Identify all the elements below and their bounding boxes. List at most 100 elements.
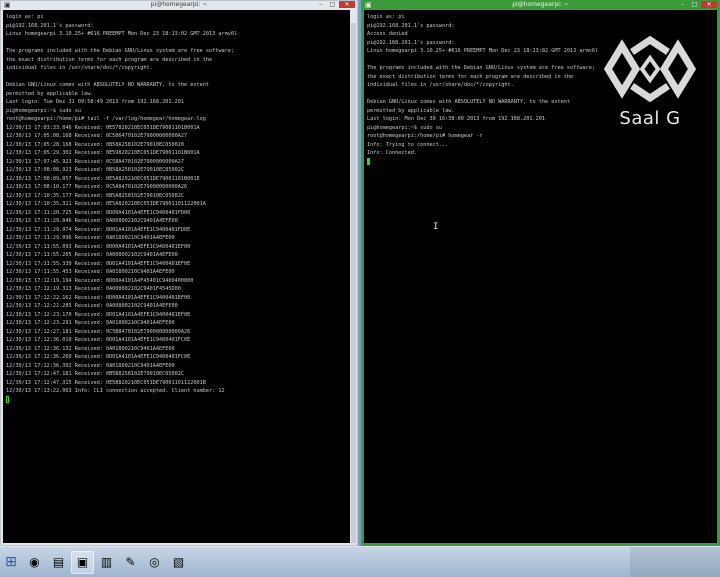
line-text: 12/30/13 17:08:10.177 Received: 0C5A8470…	[6, 184, 188, 190]
line-text: pi@192.168.201.1's password:	[6, 22, 94, 29]
left-title-bar[interactable]: ▣ pi@homegearpi: ~ – □ ✕	[1, 1, 357, 9]
recorder-icon[interactable]: ◎	[143, 551, 166, 574]
left-terminal-line: 12/30/13 17:12:36.392 Received: 0A018002…	[6, 362, 350, 371]
left-terminal-line: 12/30/13 17:12:19.194 Received: 0D00A410…	[6, 277, 350, 286]
left-terminal-line: 12/30/13 17:12:22.285 Received: 0A008002…	[6, 302, 350, 311]
line-text: Linux homegearpi 3.10.25+ #616 PREEMPT M…	[367, 48, 599, 54]
line-text: 12/30/13 17:12:19.194 Received: 0D00A410…	[6, 277, 194, 284]
line-text: Debian GNU/Linux comes with ABSOLUTELY N…	[6, 82, 210, 88]
maximize-button[interactable]: □	[327, 1, 338, 8]
left-terminal-line: individual files in /usr/share/doc/*/cop…	[6, 64, 350, 73]
file-explorer-icon[interactable]: ▤	[47, 551, 70, 574]
left-scrollbar-thumb[interactable]	[351, 23, 356, 543]
terminal-cursor	[6, 395, 9, 403]
line-text: 12/30/13 17:11:20.725 Received: 0D00A410…	[6, 209, 191, 216]
line-text: pi@homegearpi:~$ sudo su	[367, 124, 442, 131]
line-text: 12/30/13 17:08:08.923 Received: 0B58A258…	[6, 167, 185, 173]
right-terminal-line: login as: pi	[367, 13, 717, 22]
network-tool-icon[interactable]: ✎	[119, 551, 142, 574]
system-tray[interactable]	[630, 547, 720, 577]
line-text: 12/30/13 17:12:36.010 Received: 0D01A410…	[6, 337, 191, 343]
minimize-button[interactable]: –	[315, 1, 326, 8]
putty-icon[interactable]: ▣	[71, 550, 94, 574]
line-text: 12/30/13 17:12:19.313 Received: 0A008002…	[6, 286, 181, 292]
line-text: individual files in /usr/share/doc/*/cop…	[367, 82, 514, 88]
line-text: individual files in /usr/share/doc/*/cop…	[6, 65, 153, 71]
line-text: pi@192.168.201.1's password:	[367, 39, 455, 46]
windows-start-icon[interactable]: ⊞	[0, 551, 22, 574]
logo-text: Saal G	[619, 108, 681, 129]
line-text: 12/30/13 17:08:09.057 Received: 0E5A8202…	[6, 175, 200, 182]
right-terminal-area[interactable]: login as: pi pi@192.168.201.1's password:…	[364, 10, 717, 543]
line-text: 12/30/13 17:07:45.923 Received: 0C58A470…	[6, 158, 185, 165]
right-terminal-line: pi@192.168.201.1's password:	[367, 22, 717, 31]
left-terminal-line: 12/30/13 17:12:27.181 Received: 0C5B8470…	[6, 328, 350, 337]
line-text: 12/30/13 17:03:33.046 Received: 0E578202…	[6, 124, 200, 131]
taskbar: ⊞ ◉ ▤ ▣ ▥ ✎ ◎ ▧	[0, 546, 720, 577]
line-text: Info: Connected.	[367, 150, 417, 156]
line-text: 12/30/13 17:12:22.162 Received: 0D00A410…	[6, 294, 191, 301]
left-terminal-area[interactable]: login as: pi pi@192.168.201.1's password:…	[3, 10, 350, 543]
line-text: login as: pi	[6, 14, 44, 20]
left-terminal-line: pi@192.168.201.1's password:	[6, 22, 350, 31]
left-terminal-line: Last login: Tue Dec 31 09:58:49 2013 fro…	[6, 98, 350, 107]
right-title-bar[interactable]: ▣ pi@homegearpi: ~ – □ ✕	[362, 1, 719, 9]
close-button[interactable]: ✕	[701, 1, 717, 8]
left-terminal-line: 12/30/13 17:11:55.453 Received: 0A018002…	[6, 268, 350, 277]
left-terminal-line: pi@homegearpi:~$ sudo su	[6, 107, 350, 116]
firefox-icon[interactable]: ◉	[23, 551, 46, 574]
minimize-button[interactable]: –	[677, 1, 688, 8]
terminal-cursor	[367, 157, 370, 165]
line-text: 12/30/13 17:13:22.063 Info: CLI connecti…	[6, 388, 225, 394]
line-text: 12/30/13 17:11:55.453 Received: 0A018002…	[6, 269, 175, 275]
left-terminal-line: 12/30/13 17:08:09.057 Received: 0E5A8202…	[6, 175, 350, 184]
line-text: pi@192.168.201.1's password:	[367, 22, 455, 29]
line-text: 12/30/13 17:12:23.170 Received: 0D01A410…	[6, 311, 191, 318]
line-text: The programs included with the Debian GN…	[6, 48, 234, 54]
left-terminal-line: 12/30/13 17:11:20.725 Received: 0D00A410…	[6, 209, 350, 218]
left-terminal-line: 12/30/13 17:11:29.096 Received: 0A018002…	[6, 234, 350, 243]
line-text: 12/30/13 17:12:27.181 Received: 0C5B8470…	[6, 328, 191, 335]
left-terminal-window[interactable]: ▣ pi@homegearpi: ~ – □ ✕ login as: pi pi@…	[0, 0, 358, 546]
line-text: 12/30/13 17:12:23.291 Received: 0A018002…	[6, 320, 175, 326]
line-text: the exact distribution terms for each pr…	[367, 73, 574, 80]
left-terminal-line: 12/30/13 17:12:36.010 Received: 0D01A410…	[6, 336, 350, 345]
line-text: 12/30/13 17:12:47.315 Received: 0E5B8202…	[6, 379, 206, 386]
left-scrollbar[interactable]	[351, 10, 356, 543]
left-terminal-line: Debian GNU/Linux comes with ABSOLUTELY N…	[6, 81, 350, 90]
right-terminal-window[interactable]: ▣ pi@homegearpi: ~ – □ ✕ login as: pi pi@…	[361, 0, 720, 546]
line-text: login as: pi	[367, 14, 405, 20]
left-terminal-line: 12/30/13 17:10:35.311 Received: 0E5A8202…	[6, 200, 350, 209]
left-terminal-line: 12/30/13 17:07:45.923 Received: 0C58A470…	[6, 158, 350, 167]
pdf-icon[interactable]: ▧	[167, 551, 190, 574]
right-terminal-line: Info: Trying to connect...	[367, 141, 717, 150]
left-terminal-line	[6, 395, 350, 405]
right-window-title: pi@homegearpi: ~	[512, 1, 569, 8]
line-text: Last login: Mon Dec 30 16:38:00 2013 fro…	[367, 116, 546, 122]
left-terminal-output: login as: pi pi@192.168.201.1's password:…	[6, 13, 350, 404]
left-terminal-line: 12/30/13 17:12:22.162 Received: 0D00A410…	[6, 294, 350, 303]
line-text: 12/30/13 17:11:55.330 Received: 0D01A410…	[6, 260, 191, 267]
line-text: The programs included with the Debian GN…	[367, 65, 595, 71]
left-terminal-line: the exact distribution terms for each pr…	[6, 56, 350, 65]
left-terminal-line: 12/30/13 17:08:08.923 Received: 0B58A258…	[6, 166, 350, 175]
line-text: 12/30/13 17:10:35.311 Received: 0E5A8202…	[6, 201, 206, 207]
line-text: 12/30/13 17:05:08.168 Received: 0C586470…	[6, 133, 188, 139]
line-text: 12/30/13 17:11:29.096 Received: 0A018002…	[6, 235, 175, 241]
left-terminal-line: Linux homegearpi 3.10.25+ #616 PREEMPT M…	[6, 30, 350, 39]
line-text: 12/30/13 17:12:22.285 Received: 0A008002…	[6, 303, 178, 309]
line-text: 12/30/13 17:11:29.974 Received: 0D01A410…	[6, 226, 191, 233]
left-terminal-line: 12/30/13 17:12:47.315 Received: 0E5B8202…	[6, 379, 350, 388]
left-terminal-line: 12/30/13 17:12:36.132 Received: 0A018002…	[6, 345, 350, 354]
close-button[interactable]: ✕	[339, 1, 355, 8]
text-cursor-icon: I	[433, 222, 439, 232]
left-terminal-line: 12/30/13 17:12:23.170 Received: 0D01A410…	[6, 311, 350, 320]
left-terminal-line: 12/30/13 17:05:28.168 Received: 0B58A258…	[6, 141, 350, 150]
right-terminal-line: Info: Connected.	[367, 149, 717, 158]
line-text: 12/30/13 17:11:55.205 Received: 0A008002…	[6, 252, 178, 258]
document-viewer-icon[interactable]: ▥	[95, 551, 118, 574]
left-terminal-line: 12/30/13 17:11:55.093 Received: 0D00A410…	[6, 243, 350, 252]
line-text: the exact distribution terms for each pr…	[6, 56, 213, 63]
maximize-button[interactable]: □	[689, 1, 700, 8]
left-terminal-line: 12/30/13 17:11:55.330 Received: 0D01A410…	[6, 260, 350, 269]
